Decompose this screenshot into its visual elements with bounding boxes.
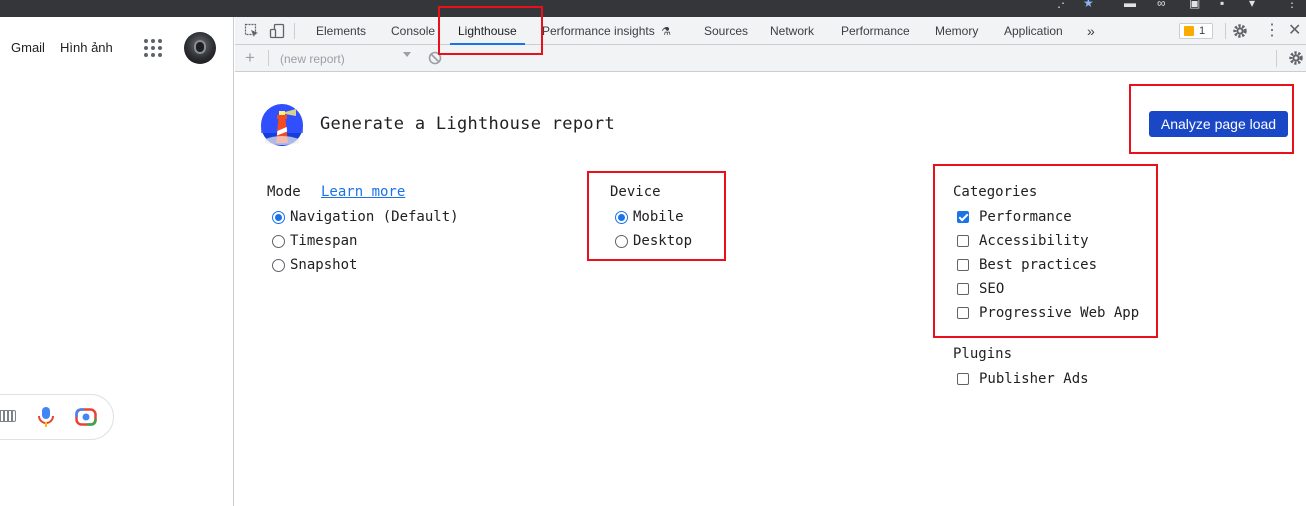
report-select[interactable]: (new report) <box>280 51 420 67</box>
category-best-practices-label: Best practices <box>979 257 1098 273</box>
tab-memory[interactable]: Memory <box>935 17 978 45</box>
account-avatar[interactable] <box>184 32 216 64</box>
checkbox-unchecked[interactable] <box>957 259 969 271</box>
chevron-down-icon <box>403 52 411 57</box>
microphone-icon[interactable] <box>37 406 55 428</box>
plugins-heading: Plugins <box>953 346 1013 362</box>
clear-reports-icon[interactable] <box>428 51 442 65</box>
radio-unselected[interactable] <box>272 259 285 272</box>
device-mobile-label: Mobile <box>633 209 684 225</box>
checkbox-unchecked[interactable] <box>957 283 969 295</box>
category-pwa-label: Progressive Web App <box>979 305 1140 321</box>
device-toolbar-icon[interactable] <box>269 23 285 39</box>
download-icon[interactable]: ▾ <box>1249 0 1255 9</box>
browser-toolbar-strip: ⋰ ★ ▬ ∞ ▣ ▪ ▾ ⋮ <box>0 0 1306 17</box>
apps-grid-icon[interactable] <box>144 39 162 57</box>
close-icon[interactable]: ✕ <box>1288 17 1301 45</box>
menu-icon[interactable]: ⋮ <box>1286 0 1298 9</box>
lighthouse-start-view: Generate a Lighthouse report Analyze pag… <box>235 72 1306 506</box>
device-heading: Device <box>610 184 661 200</box>
web-page-pane: Gmail Hình ảnh <box>0 17 234 506</box>
radio-selected[interactable] <box>615 211 628 224</box>
kebab-menu-icon[interactable]: ⋮ <box>1264 17 1280 45</box>
checkbox-checked[interactable] <box>957 211 969 223</box>
experiment-flask-icon: ⚗ <box>661 26 671 38</box>
devtools-tab-bar: Elements Console Lighthouse Performance … <box>235 17 1306 45</box>
extension-icon[interactable]: ▬ <box>1124 0 1136 9</box>
inspect-element-icon[interactable] <box>244 23 260 39</box>
checkbox-unchecked[interactable] <box>957 235 969 247</box>
lighthouse-tab[interactable]: Lighthouse <box>450 17 525 45</box>
mode-heading: Mode <box>267 184 301 200</box>
ellipsis-icon[interactable]: ⋰ <box>1057 0 1069 9</box>
star-icon[interactable]: ★ <box>1083 0 1094 9</box>
mode-timespan-label: Timespan <box>290 233 358 249</box>
lighthouse-settings-gear-icon[interactable] <box>1288 50 1304 66</box>
categories-heading: Categories <box>953 184 1038 200</box>
issues-counter[interactable]: 1 <box>1179 23 1213 39</box>
lighthouse-logo-icon <box>261 104 303 146</box>
gmail-link[interactable]: Gmail <box>11 40 45 55</box>
mode-navigation-label: Navigation (Default) <box>290 209 459 225</box>
checkbox-unchecked[interactable] <box>957 307 969 319</box>
analyze-button[interactable]: Analyze page load <box>1149 111 1288 137</box>
tab-console[interactable]: Console <box>391 17 435 45</box>
radio-selected[interactable] <box>272 211 285 224</box>
tab-application[interactable]: Application <box>1004 17 1063 45</box>
issues-count: 1 <box>1199 25 1206 37</box>
radio-unselected[interactable] <box>272 235 285 248</box>
page-title: Generate a Lighthouse report <box>320 114 615 134</box>
images-link[interactable]: Hình ảnh <box>60 40 113 55</box>
radio-unselected[interactable] <box>615 235 628 248</box>
profile-icon[interactable]: ▪ <box>1220 0 1224 9</box>
learn-more-link[interactable]: Learn more <box>321 184 405 200</box>
tab-performance-insights-label: Performance insights <box>542 24 655 38</box>
device-desktop-label: Desktop <box>633 233 693 249</box>
category-seo-label: SEO <box>979 281 1005 297</box>
issue-flag-icon <box>1184 26 1194 36</box>
translate-icon[interactable]: ▣ <box>1189 0 1200 9</box>
settings-gear-icon[interactable] <box>1232 23 1248 39</box>
tab-performance[interactable]: Performance <box>841 17 910 45</box>
tab-network[interactable]: Network <box>770 17 814 45</box>
more-tabs-icon[interactable]: » <box>1087 17 1095 45</box>
tab-sources[interactable]: Sources <box>704 17 748 45</box>
new-report-plus-icon[interactable]: + <box>245 49 255 66</box>
plugin-publisher-ads-label: Publisher Ads <box>979 371 1089 387</box>
lens-camera-icon[interactable] <box>75 407 97 427</box>
category-performance-label: Performance <box>979 209 1072 225</box>
category-accessibility-label: Accessibility <box>979 233 1089 249</box>
tab-elements[interactable]: Elements <box>316 17 366 45</box>
checkbox-unchecked[interactable] <box>957 373 969 385</box>
mode-snapshot-label: Snapshot <box>290 257 358 273</box>
puzzle-icon[interactable]: ∞ <box>1157 0 1166 9</box>
keyboard-icon[interactable] <box>0 410 16 422</box>
lighthouse-toolbar: + (new report) <box>235 45 1306 72</box>
tab-performance-insights[interactable]: Performance insights ⚗ <box>542 17 671 45</box>
